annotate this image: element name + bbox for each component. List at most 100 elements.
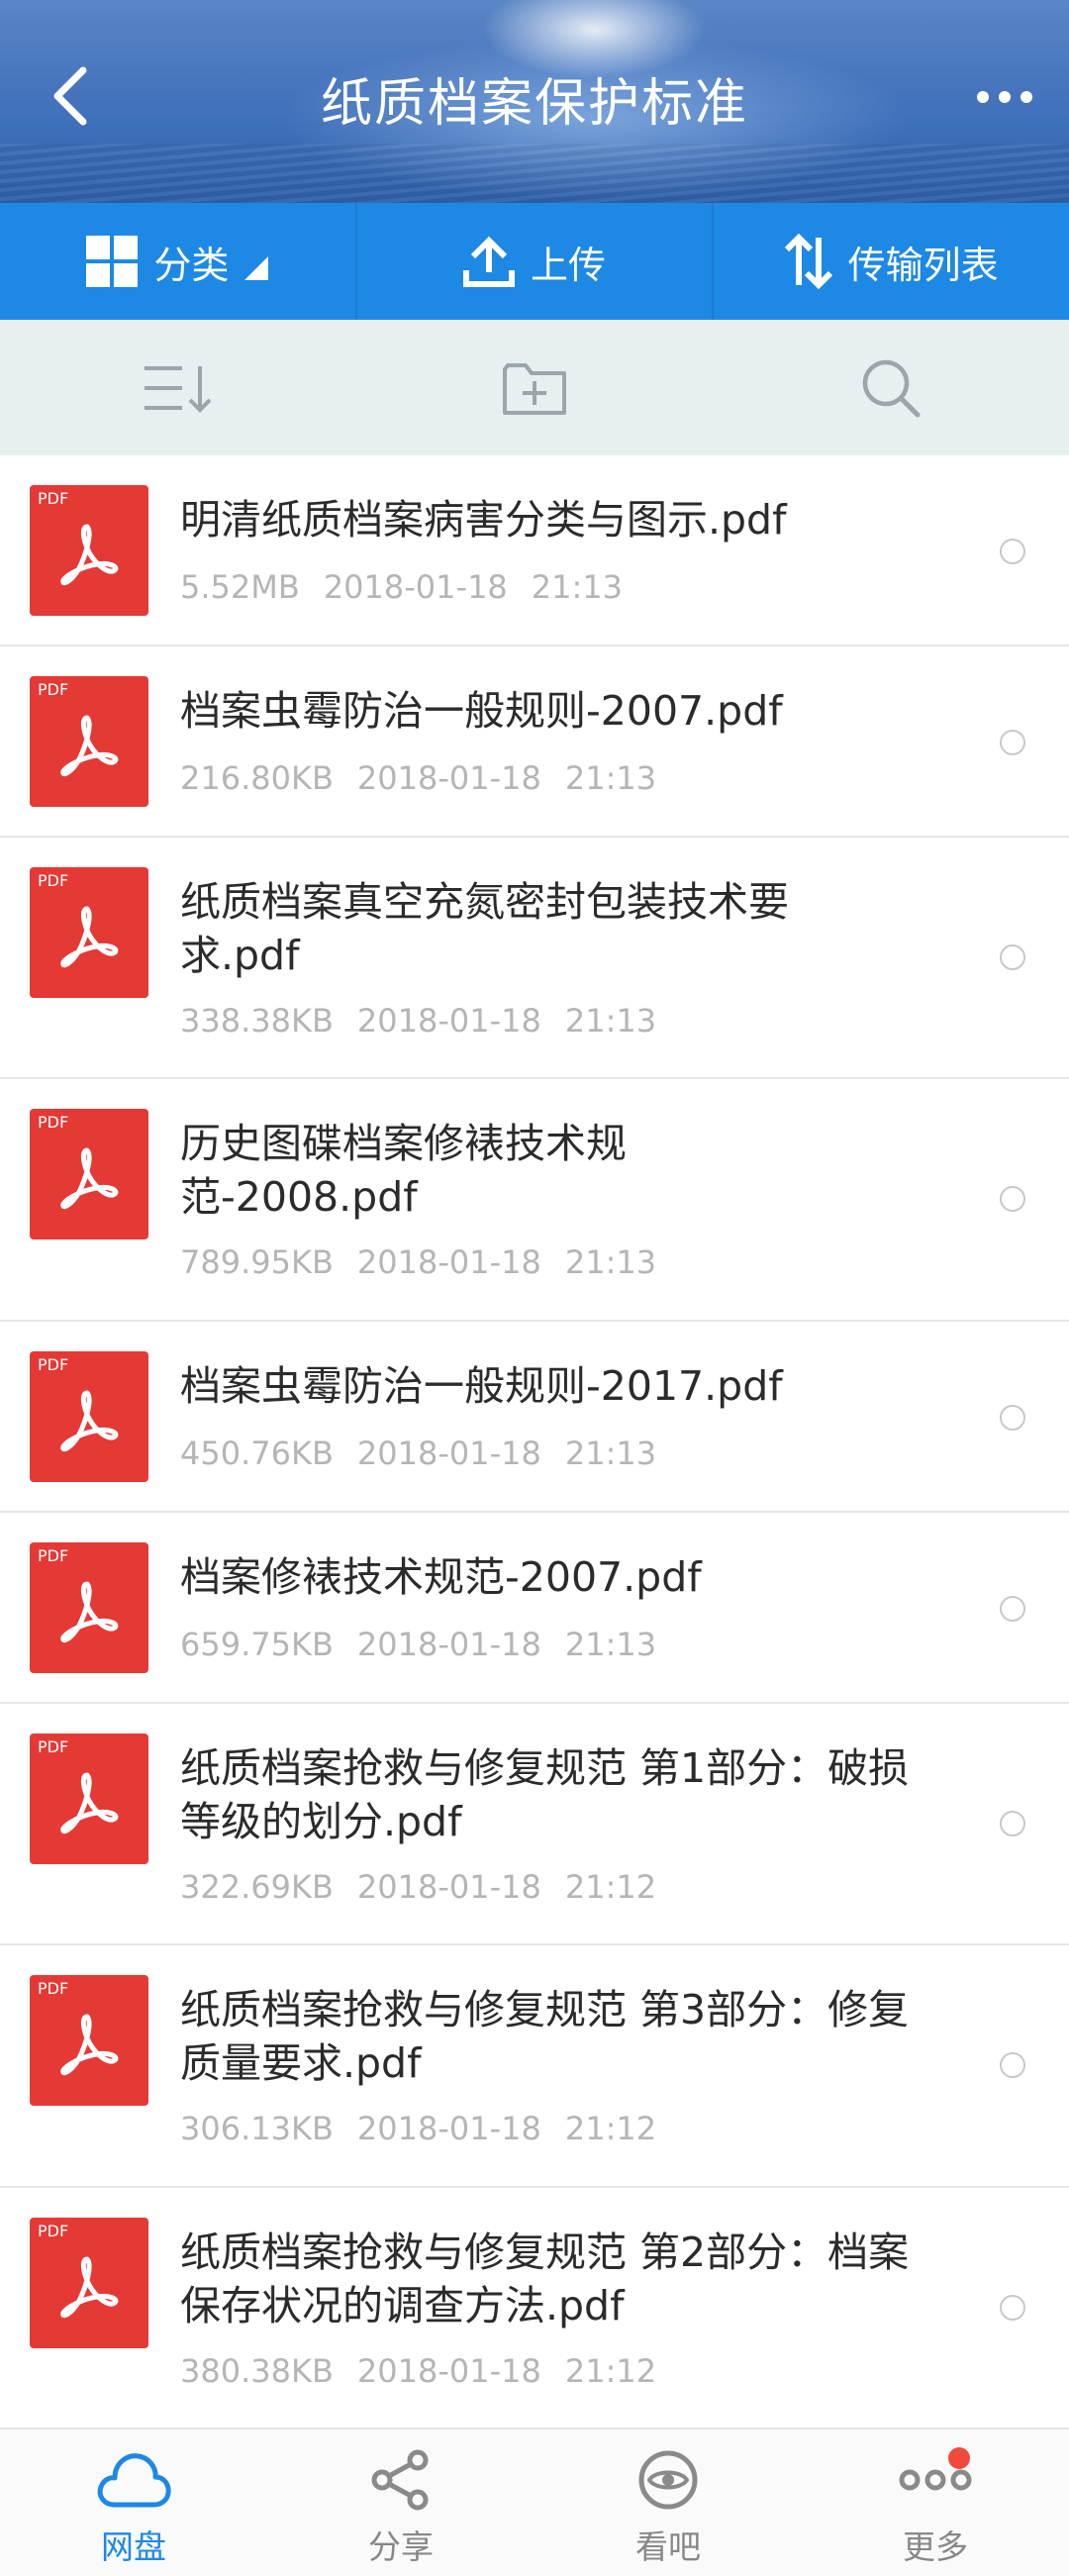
cloud-icon <box>97 2453 171 2508</box>
file-row[interactable]: PDF 纸质档案真空充氮密封包装技术要求.pdf 338.38KB 2018-01… <box>0 838 1069 1079</box>
share-icon <box>371 2449 429 2511</box>
eye-icon <box>638 2450 698 2510</box>
add-folder-icon <box>503 362 566 415</box>
page-title: 纸质档案保护标准 <box>320 74 748 134</box>
file-date: 2018-01-18 <box>356 759 541 797</box>
file-size: 659.75KB <box>180 1626 334 1663</box>
file-name: 明清纸质档案病害分类与图示.pdf <box>180 496 787 544</box>
more-dots-icon <box>977 91 1032 103</box>
file-meta: 659.75KB 2018-01-18 21:13 <box>180 1626 656 1663</box>
file-name: 档案虫霉防治一般规则-2007.pdf <box>180 687 783 735</box>
file-size: 789.95KB <box>180 1243 334 1281</box>
file-date: 2018-01-18 <box>356 1243 541 1281</box>
action-bar <box>0 320 1069 455</box>
select-radio[interactable] <box>1000 1405 1025 1431</box>
file-size: 450.76KB <box>180 1435 334 1472</box>
file-meta: 322.69KB 2018-01-18 21:12 <box>180 1868 656 1906</box>
file-date: 2018-01-18 <box>356 2110 541 2147</box>
upload-button[interactable]: 上传 <box>357 203 715 320</box>
file-size: 216.80KB <box>180 759 334 797</box>
select-radio[interactable] <box>1000 2295 1025 2321</box>
pdf-icon: PDF <box>30 1109 148 1239</box>
file-row[interactable]: PDF 档案虫霉防治一般规则-2007.pdf 216.80KB 2018-01-… <box>0 646 1069 838</box>
file-size: 306.13KB <box>180 2110 334 2147</box>
file-meta: 306.13KB 2018-01-18 21:12 <box>180 2110 656 2147</box>
more-button[interactable] <box>965 67 1044 127</box>
file-time: 21:13 <box>564 1626 657 1663</box>
pdf-icon: PDF <box>30 676 148 807</box>
nav-item-watch[interactable]: 看吧 <box>534 2429 802 2576</box>
pdf-tag: PDF <box>38 680 69 699</box>
select-radio[interactable] <box>1000 1811 1025 1836</box>
file-meta: 216.80KB 2018-01-18 21:13 <box>180 759 656 797</box>
file-name: 纸质档案抢救与修复规范 第1部分：破损等级的划分.pdf <box>180 1744 910 1845</box>
search-button[interactable] <box>713 320 1069 455</box>
file-date: 2018-01-18 <box>356 1002 541 1040</box>
pdf-tag: PDF <box>38 871 69 890</box>
file-date: 2018-01-18 <box>356 1435 541 1472</box>
file-time: 21:13 <box>564 1002 657 1040</box>
nav-item-netdisk[interactable]: 网盘 <box>0 2429 267 2576</box>
file-time: 21:12 <box>564 2110 657 2147</box>
nav-label: 网盘 <box>101 2527 166 2566</box>
pdf-tag: PDF <box>38 1979 69 1998</box>
select-radio[interactable] <box>1000 539 1025 564</box>
new-folder-button[interactable] <box>356 320 713 455</box>
file-row[interactable]: PDF 纸质档案抢救与修复规范 第1部分：破损等级的划分.pdf 322.69K… <box>0 1704 1069 1945</box>
file-size: 380.38KB <box>180 2352 334 2390</box>
file-date: 2018-01-18 <box>356 1626 541 1663</box>
file-name: 档案修裱技术规范-2007.pdf <box>180 1553 702 1601</box>
file-time: 21:13 <box>564 1435 657 1472</box>
file-row[interactable]: PDF 纸质档案抢救与修复规范 第3部分：修复质量要求.pdf 306.13KB… <box>0 1945 1069 2188</box>
transfer-list-button[interactable]: 传输列表 <box>714 203 1069 320</box>
file-size: 338.38KB <box>180 1002 334 1040</box>
transfer-label: 传输列表 <box>847 243 999 287</box>
pdf-tag: PDF <box>38 1113 69 1132</box>
file-time: 21:13 <box>531 568 623 606</box>
pdf-icon: PDF <box>30 1734 148 1864</box>
category-label: 分类 <box>153 243 230 287</box>
pdf-icon: PDF <box>30 867 148 998</box>
dropdown-triangle-icon <box>244 256 269 280</box>
bottom-nav: 网盘 分享 看吧 更多 <box>0 2427 1069 2576</box>
nav-item-share[interactable]: 分享 <box>267 2429 534 2576</box>
file-date: 2018-01-18 <box>356 2352 541 2390</box>
sort-list-icon <box>145 365 212 413</box>
file-meta: 338.38KB 2018-01-18 21:13 <box>180 1002 656 1040</box>
sort-button[interactable] <box>0 320 356 455</box>
select-radio[interactable] <box>1000 730 1025 755</box>
file-row[interactable]: PDF 历史图碟档案修裱技术规范-2008.pdf 789.95KB 2018-0… <box>0 1079 1069 1322</box>
file-row[interactable]: PDF 档案修裱技术规范-2007.pdf 659.75KB 2018-01-18… <box>0 1513 1069 1704</box>
grid-icon <box>86 236 139 287</box>
category-button[interactable]: 分类 <box>0 203 357 320</box>
select-radio[interactable] <box>1000 2052 1025 2078</box>
pdf-tag: PDF <box>38 1737 69 1756</box>
pdf-icon: PDF <box>30 1351 148 1482</box>
pdf-icon: PDF <box>30 1542 148 1673</box>
notification-dot <box>948 2447 970 2469</box>
file-time: 21:12 <box>564 1868 657 1906</box>
nav-item-more[interactable]: 更多 <box>802 2429 1069 2576</box>
file-time: 21:13 <box>564 1243 657 1281</box>
pdf-tag: PDF <box>38 489 69 508</box>
file-row[interactable]: PDF 档案虫霉防治一般规则-2017.pdf 450.76KB 2018-01-… <box>0 1322 1069 1513</box>
file-time: 21:13 <box>564 759 657 797</box>
pdf-icon: PDF <box>30 2218 148 2348</box>
file-name: 纸质档案抢救与修复规范 第3部分：修复质量要求.pdf <box>180 1986 910 2087</box>
select-radio[interactable] <box>1000 944 1025 970</box>
file-meta: 380.38KB 2018-01-18 21:12 <box>180 2352 656 2390</box>
file-meta: 5.52MB 2018-01-18 21:13 <box>180 568 623 606</box>
toolbar: 分类 上传 传输列表 <box>0 203 1069 320</box>
file-meta: 789.95KB 2018-01-18 21:13 <box>180 1243 656 1281</box>
file-time: 21:12 <box>564 2352 657 2390</box>
select-radio[interactable] <box>1000 1186 1025 1212</box>
select-radio[interactable] <box>1000 1596 1025 1622</box>
file-row[interactable]: PDF 明清纸质档案病害分类与图示.pdf 5.52MB 2018-01-18 21… <box>0 455 1069 646</box>
file-row[interactable]: PDF 纸质档案抢救与修复规范 第2部分：档案保存状况的调查方法.pdf 380… <box>0 2188 1069 2429</box>
header: 纸质档案保护标准 <box>0 0 1069 203</box>
transfer-arrows-icon <box>784 234 832 289</box>
file-meta: 450.76KB 2018-01-18 21:13 <box>180 1435 656 1472</box>
pdf-icon: PDF <box>30 485 148 616</box>
pdf-tag: PDF <box>38 1355 69 1374</box>
nav-label: 更多 <box>903 2527 968 2566</box>
